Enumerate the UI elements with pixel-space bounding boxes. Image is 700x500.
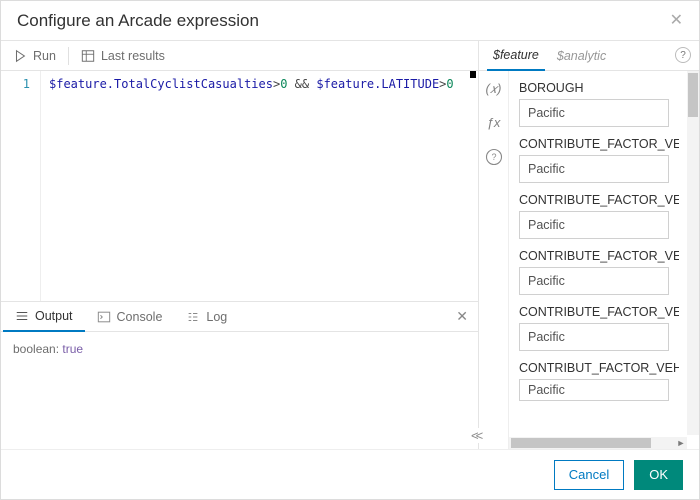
code-editor[interactable]: 1 $feature.TotalCyclistCasualties>0 && $… [1,71,478,301]
fields-list: BOROUGH CONTRIBUTE_FACTOR_VEHICLE CONTRI… [509,71,699,449]
globals-panel: $feature $analytic ? (𝑥) ƒx ? BOROUGH [479,41,699,449]
arcade-expression-dialog: Configure an Arcade expression ✕ Run Las… [0,0,700,500]
run-button[interactable]: Run [3,41,66,71]
field-label: CONTRIBUTE_FACTOR_VEHICLE [519,137,679,151]
vertical-scrollbar[interactable] [687,71,699,435]
cancel-button[interactable]: Cancel [554,460,624,490]
code-area[interactable]: $feature.TotalCyclistCasualties>0 && $fe… [41,71,478,301]
tab-feature[interactable]: $feature [487,41,545,71]
last-results-button[interactable]: Last results [71,41,175,71]
editor-toolbar: Run Last results [1,41,478,71]
output-icon [15,309,29,323]
field-input[interactable] [519,267,669,295]
tab-console-label: Console [117,310,163,324]
console-icon [97,310,111,324]
code-token: 0 [446,77,453,91]
field-row: BOROUGH [519,81,679,127]
close-output-icon[interactable]: ✕ [456,308,468,325]
tab-console[interactable]: Console [85,302,175,332]
output-value: true [62,342,83,356]
functions-icon[interactable]: ƒx [487,115,501,130]
variables-icon[interactable]: (𝑥) [486,81,502,97]
field-label: CONTRIBUTE_FACTOR_VEHICLE [519,249,679,263]
field-row: CONTRIBUTE_FACTOR_VEHICLE [519,305,679,351]
help-icon[interactable]: ? [675,47,691,63]
close-icon[interactable]: ✕ [670,13,683,29]
field-input[interactable] [519,379,669,401]
field-input[interactable] [519,155,669,183]
output-type: boolean: [13,342,59,356]
dialog-header: Configure an Arcade expression ✕ [1,1,699,41]
field-row: CONTRIBUTE_FACTOR_VEHICLE [519,249,679,295]
field-row: CONTRIBUTE_FACTOR_VEHICLE [519,137,679,183]
field-label: CONTRIBUTE_FACTOR_VEHICLE [519,305,679,319]
scroll-right-icon[interactable]: ► [675,437,687,449]
tab-log[interactable]: Log [174,302,239,332]
ok-button[interactable]: OK [634,460,683,490]
field-row: CONTRIBUTE_FACTOR_VEHICLE [519,193,679,239]
code-token: && [287,77,316,91]
globals-rail: (𝑥) ƒx ? [479,71,509,449]
code-token: $feature.LATITUDE [316,77,439,91]
run-label: Run [33,49,56,63]
output-pane: boolean: true [1,331,478,449]
toolbar-separator [68,47,69,65]
collapse-panel-icon[interactable]: << [469,428,482,443]
field-input[interactable] [519,323,669,351]
editor-minimap[interactable] [470,71,476,78]
tab-analytic[interactable]: $analytic [551,41,612,71]
horizontal-scrollbar[interactable]: ◄ ► [509,437,687,449]
code-token: $feature.TotalCyclistCasualties [49,77,273,91]
rail-help-icon[interactable]: ? [485,148,503,166]
tab-log-label: Log [206,310,227,324]
field-label: CONTRIBUTE_FACTOR_VEHICLE [519,193,679,207]
horizontal-scroll-thumb[interactable] [511,438,651,448]
log-icon [186,310,200,324]
dialog-body: Run Last results 1 $feature.TotalCyclist… [1,41,699,449]
field-label: BOROUGH [519,81,679,95]
tab-output[interactable]: Output [3,302,85,332]
line-gutter: 1 [1,71,41,301]
dialog-title: Configure an Arcade expression [17,11,259,31]
globals-body: (𝑥) ƒx ? BOROUGH CONTRIBUTE_FACTOR_VEHIC… [479,71,699,449]
globals-tabs: $feature $analytic ? [479,41,699,71]
svg-text:?: ? [491,152,496,162]
results-icon [81,49,95,63]
output-tabs: Output Console Log ✕ [1,301,478,331]
play-icon [13,49,27,63]
field-row: CONTRIBUT_FACTOR_VEHICLE_ [519,361,679,401]
field-label: CONTRIBUT_FACTOR_VEHICLE_ [519,361,679,375]
last-results-label: Last results [101,49,165,63]
editor-panel: Run Last results 1 $feature.TotalCyclist… [1,41,479,449]
field-input[interactable] [519,211,669,239]
line-number: 1 [1,77,30,91]
fields-scroll[interactable]: BOROUGH CONTRIBUTE_FACTOR_VEHICLE CONTRI… [509,71,685,435]
vertical-scroll-thumb[interactable] [688,73,698,117]
dialog-footer: Cancel OK [1,449,699,499]
tab-output-label: Output [35,309,73,323]
field-input[interactable] [519,99,669,127]
